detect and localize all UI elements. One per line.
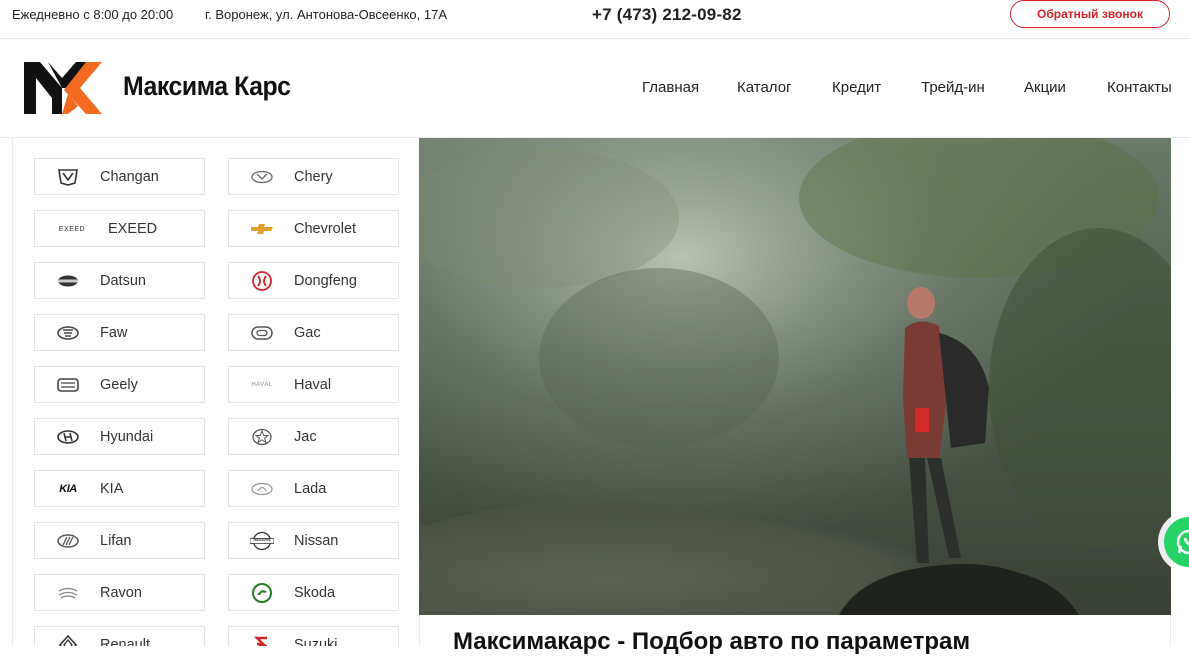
brand-name: Hyundai bbox=[100, 429, 154, 445]
brands-sidebar: Changan Chery EXEED EXEED Chevrolet Dats… bbox=[12, 138, 420, 646]
renault-logo-icon bbox=[55, 635, 81, 646]
brand-name: Datsun bbox=[100, 273, 146, 289]
kia-logo-icon: KIA bbox=[55, 479, 81, 499]
brand-dongfeng[interactable]: Dongfeng bbox=[228, 262, 399, 299]
top-bar: Ежедневно с 8:00 до 20:00 г. Воронеж, ул… bbox=[0, 0, 1189, 39]
nav-catalog[interactable]: Каталог bbox=[737, 79, 792, 96]
brand-name: Dongfeng bbox=[294, 273, 357, 289]
brand-lada[interactable]: Lada bbox=[228, 470, 399, 507]
skoda-logo-icon bbox=[249, 583, 275, 603]
brand-renault[interactable]: Renault bbox=[34, 626, 205, 646]
brand-name: Chevrolet bbox=[294, 221, 357, 237]
brand-name: Renault bbox=[100, 637, 150, 646]
nav-home[interactable]: Главная bbox=[642, 79, 699, 96]
exeed-logo-text: EXEED bbox=[58, 225, 86, 233]
brand-name: Suzuki bbox=[294, 637, 338, 646]
brand-name: Chery bbox=[294, 169, 333, 185]
logo-text[interactable]: Максима Карс bbox=[123, 71, 291, 102]
callback-button[interactable]: Обратный звонок bbox=[1010, 0, 1170, 28]
jac-logo-icon bbox=[249, 427, 275, 447]
datsun-logo-icon bbox=[55, 271, 81, 291]
phone-link[interactable]: +7 (473) 212-09-82 bbox=[592, 5, 742, 25]
faw-logo-icon bbox=[55, 323, 81, 343]
nav-credit[interactable]: Кредит bbox=[832, 79, 881, 96]
brand-jac[interactable]: Jac bbox=[228, 418, 399, 455]
brand-nissan[interactable]: NISSAN Nissan bbox=[228, 522, 399, 559]
ravon-logo-icon bbox=[55, 583, 81, 603]
brand-ravon[interactable]: Ravon bbox=[34, 574, 205, 611]
haval-logo-icon: HAVAL bbox=[249, 375, 275, 395]
brand-name: Nissan bbox=[294, 533, 339, 549]
site-header: Максима Карс Главная Каталог Кредит Трей… bbox=[0, 39, 1189, 138]
brand-hyundai[interactable]: Hyundai bbox=[34, 418, 205, 455]
brand-chevrolet[interactable]: Chevrolet bbox=[228, 210, 399, 247]
brand-name: Gac bbox=[294, 325, 321, 341]
nissan-logo-text: NISSAN bbox=[253, 537, 271, 542]
address: г. Воронеж, ул. Антонова-Овсеенко, 17А bbox=[205, 7, 447, 22]
suzuki-logo-icon bbox=[249, 635, 275, 646]
brand-suzuki[interactable]: Suzuki bbox=[228, 626, 399, 646]
gac-logo-icon bbox=[249, 323, 275, 343]
lada-logo-icon bbox=[249, 479, 275, 499]
hero-forest-image bbox=[419, 138, 1171, 615]
changan-logo-icon bbox=[55, 167, 81, 187]
lifan-logo-icon bbox=[55, 531, 81, 551]
brand-name: Geely bbox=[100, 377, 138, 393]
nav-contacts[interactable]: Контакты bbox=[1107, 79, 1172, 96]
brand-name: Haval bbox=[294, 377, 332, 393]
whatsapp-button[interactable] bbox=[1164, 517, 1189, 567]
chevrolet-logo-icon bbox=[249, 219, 275, 239]
brand-name: Lifan bbox=[100, 533, 132, 549]
brand-chery[interactable]: Chery bbox=[228, 158, 399, 195]
brand-name: Ravon bbox=[100, 585, 142, 601]
nav-trade-in[interactable]: Трейд-ин bbox=[921, 79, 985, 96]
nissan-logo-icon: NISSAN bbox=[249, 531, 275, 551]
brand-exeed[interactable]: EXEED EXEED bbox=[34, 210, 205, 247]
whatsapp-icon bbox=[1176, 529, 1189, 555]
geely-logo-icon bbox=[55, 375, 81, 395]
brand-haval[interactable]: HAVAL Haval bbox=[228, 366, 399, 403]
brand-geely[interactable]: Geely bbox=[34, 366, 205, 403]
brand-name: Skoda bbox=[294, 585, 336, 601]
hero-video[interactable] bbox=[419, 138, 1171, 615]
brand-name: KIA bbox=[100, 481, 124, 497]
kia-logo-text: KIA bbox=[59, 483, 77, 495]
haval-logo-text: HAVAL bbox=[251, 382, 273, 388]
brand-kia[interactable]: KIA KIA bbox=[34, 470, 205, 507]
brand-name: Faw bbox=[100, 325, 128, 341]
dongfeng-logo-icon bbox=[249, 271, 275, 291]
brand-name: Lada bbox=[294, 481, 327, 497]
brand-name: Changan bbox=[100, 169, 159, 185]
brand-changan[interactable]: Changan bbox=[34, 158, 205, 195]
brand-lifan[interactable]: Lifan bbox=[34, 522, 205, 559]
brand-gac[interactable]: Gac bbox=[228, 314, 399, 351]
hyundai-logo-icon bbox=[55, 427, 81, 447]
brand-faw[interactable]: Faw bbox=[34, 314, 205, 351]
brand-name: EXEED bbox=[108, 221, 158, 237]
hero-title: Максимакарс - Подбор авто по параметрам bbox=[453, 628, 971, 655]
brand-skoda[interactable]: Skoda bbox=[228, 574, 399, 611]
nav-promotions[interactable]: Акции bbox=[1024, 79, 1066, 96]
logo-icon[interactable] bbox=[24, 60, 102, 116]
brand-name: Jac bbox=[294, 429, 317, 445]
working-hours: Ежедневно с 8:00 до 20:00 bbox=[12, 7, 174, 22]
chery-logo-icon bbox=[249, 167, 275, 187]
brand-datsun[interactable]: Datsun bbox=[34, 262, 205, 299]
exeed-logo-icon: EXEED bbox=[55, 219, 89, 239]
